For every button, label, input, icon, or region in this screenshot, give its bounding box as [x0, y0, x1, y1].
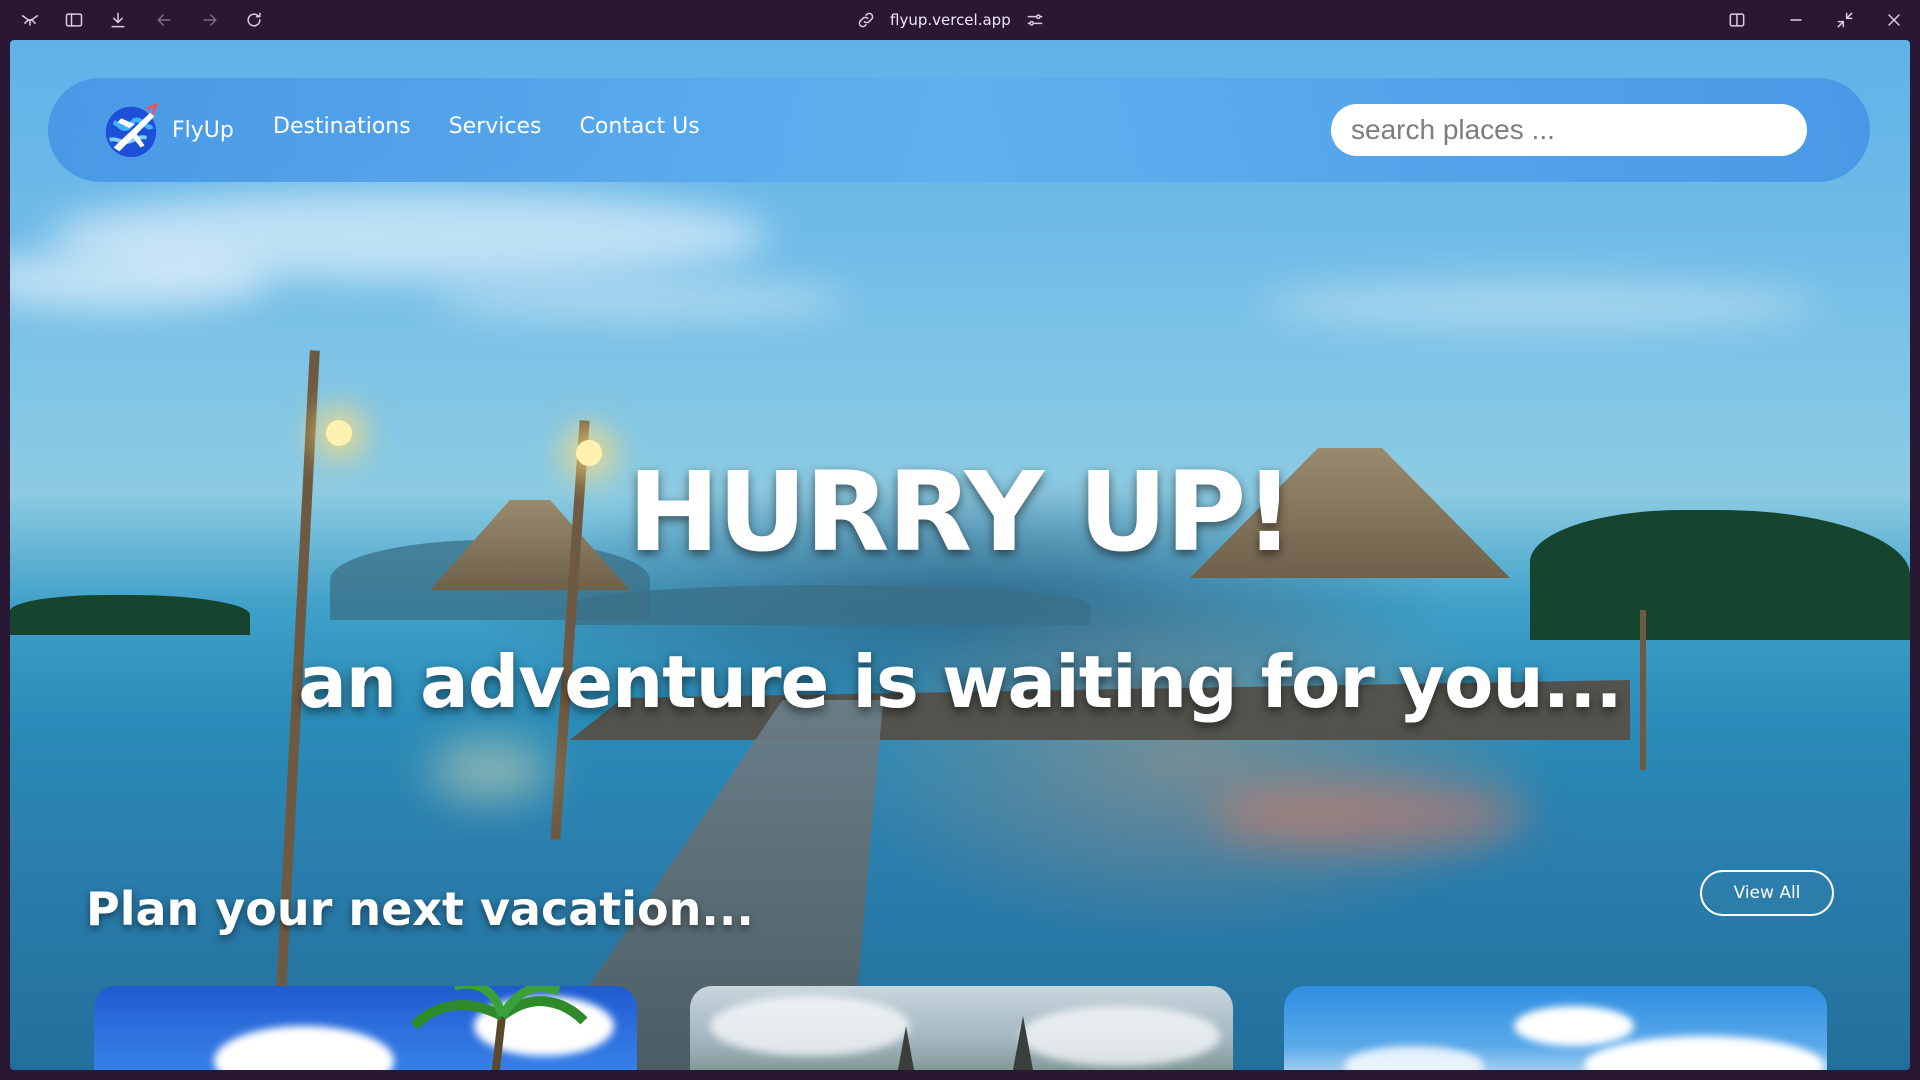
forward-icon[interactable] — [198, 8, 222, 32]
destination-card-1[interactable] — [94, 986, 637, 1070]
page-viewport: FlyUp Destinations Services Contact Us H… — [10, 40, 1910, 1070]
globe-plane-logo-icon — [100, 99, 162, 161]
brand-logo-link[interactable]: FlyUp — [100, 98, 234, 162]
reload-icon[interactable] — [242, 8, 266, 32]
nav-links: Destinations Services Contact Us — [273, 114, 700, 139]
download-icon[interactable] — [106, 8, 130, 32]
url-text[interactable]: flyup.vercel.app — [890, 11, 1011, 29]
site-settings-icon[interactable] — [1025, 10, 1045, 30]
split-view-icon[interactable] — [1725, 8, 1749, 32]
app-logo-icon[interactable] — [18, 8, 42, 32]
destination-card-2[interactable] — [690, 986, 1233, 1070]
nav-link-services[interactable]: Services — [449, 114, 542, 139]
hero-subtitle: an adventure is waiting for you... — [298, 640, 1623, 724]
destination-card-3[interactable] — [1284, 986, 1827, 1070]
minimize-icon[interactable] — [1784, 8, 1808, 32]
main-navbar: FlyUp Destinations Services Contact Us — [48, 78, 1870, 182]
address-bar[interactable]: flyup.vercel.app — [856, 8, 1045, 32]
section-title: Plan your next vacation... — [86, 882, 754, 936]
sidebar-toggle-icon[interactable] — [62, 8, 86, 32]
restore-icon[interactable] — [1833, 8, 1857, 32]
close-icon[interactable] — [1882, 8, 1906, 32]
browser-toolbar: flyup.vercel.app — [0, 0, 1920, 40]
search-input[interactable] — [1331, 104, 1807, 156]
back-icon[interactable] — [152, 8, 176, 32]
brand-name[interactable]: FlyUp — [172, 118, 234, 143]
view-all-button[interactable]: View All — [1700, 870, 1834, 916]
hero-title: HURRY UP! — [627, 448, 1295, 576]
nav-link-contact-us[interactable]: Contact Us — [580, 114, 700, 139]
palm-tree-image — [410, 986, 588, 1070]
nav-link-destinations[interactable]: Destinations — [273, 114, 411, 139]
link-icon — [858, 12, 874, 28]
